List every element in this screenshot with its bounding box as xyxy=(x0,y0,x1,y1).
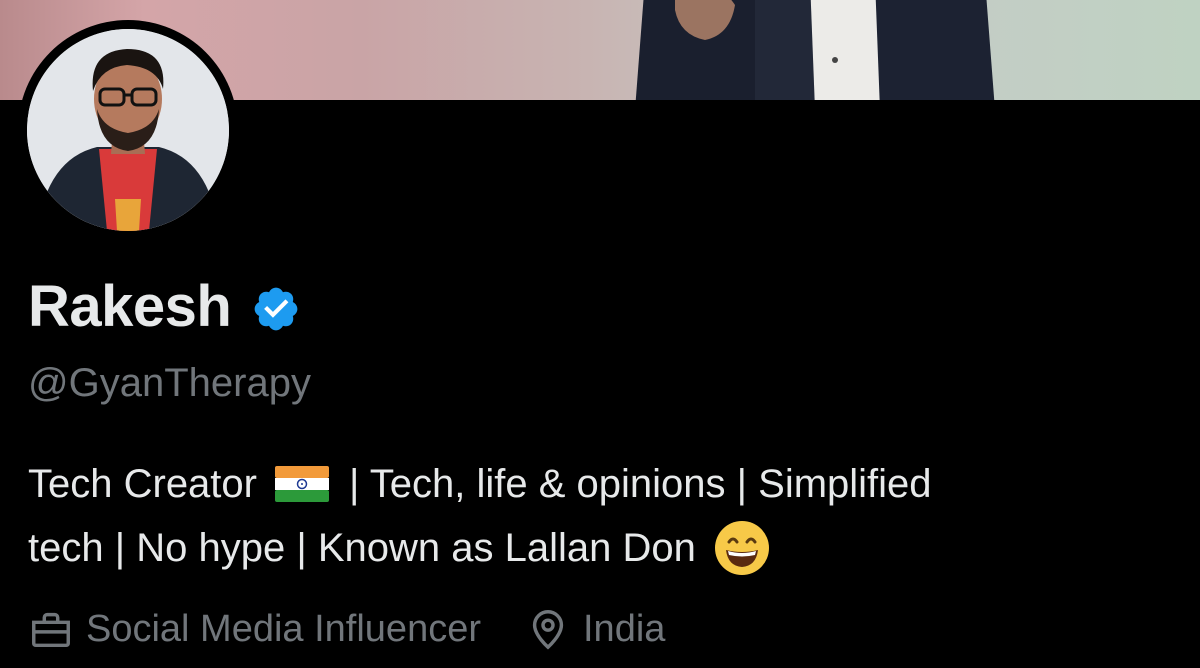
india-flag-emoji xyxy=(274,466,329,502)
bio-line-1: Tech Creator | Tech, life & opinions | S… xyxy=(28,452,1178,516)
profession-item: Social Media Influencer xyxy=(28,606,481,652)
bio-text: tech | No hype | Known as Lallan Don xyxy=(28,526,696,570)
location-label: India xyxy=(583,607,666,650)
briefcase-icon xyxy=(32,612,70,648)
bio-text: | Tech, life & opinions | Simplified xyxy=(348,462,932,506)
profile-page: Rakesh @GyanTherapy Tech Creator | Tech,… xyxy=(0,0,1200,668)
display-name: Rakesh xyxy=(28,274,232,339)
avatar-photo xyxy=(27,29,229,231)
profession-label: Social Media Influencer xyxy=(86,607,481,650)
location-pin-icon xyxy=(532,610,564,650)
bio-line-2: tech | No hype | Known as Lallan Don xyxy=(28,516,1178,580)
verified-badge-icon[interactable] xyxy=(251,284,301,334)
profile-meta-row: Social Media Influencer India xyxy=(28,604,665,654)
name-row: Rakesh xyxy=(28,272,301,342)
location-item: India xyxy=(525,606,665,652)
username-handle: @GyanTherapy xyxy=(28,361,311,405)
bio: Tech Creator | Tech, life & opinions | S… xyxy=(28,452,1178,580)
banner-person-figure xyxy=(635,0,995,100)
bio-text: Tech Creator xyxy=(28,462,257,506)
profile-avatar[interactable] xyxy=(18,20,238,240)
grinning-face-emoji xyxy=(714,521,769,575)
